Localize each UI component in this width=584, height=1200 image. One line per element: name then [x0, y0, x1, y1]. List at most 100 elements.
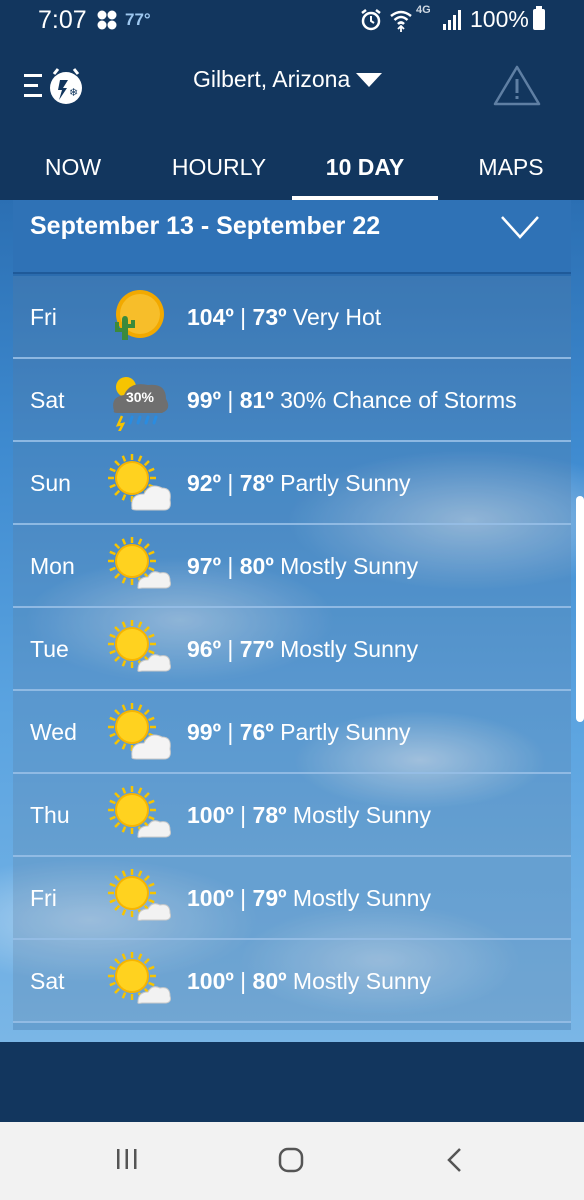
date-range-title: September 13 - September 22	[30, 212, 381, 240]
day-name: Sat	[30, 968, 65, 994]
signal-icon	[443, 10, 461, 30]
system-nav-bar	[0, 1122, 584, 1200]
forecast-day-row[interactable]: Wed 99º | 76º Partly Sunny	[13, 691, 571, 774]
dropdown-caret-icon	[356, 72, 383, 87]
temperature-summary: 99º | 76º Partly Sunny	[187, 691, 411, 774]
low-temp: 80º	[252, 968, 287, 994]
forecast-day-row[interactable]: Sat 30% 99º | 81º 30% Chance of Storms	[13, 359, 571, 442]
location-selector[interactable]: Gilbert, Arizona	[193, 66, 383, 93]
forecast-day-row[interactable]: Thu 100º | 78º Mostly Sunny	[13, 774, 571, 857]
condition-text: Partly Sunny	[280, 470, 411, 496]
high-temp: 100º	[187, 968, 234, 994]
partly-sunny-icon	[108, 454, 171, 511]
condition-text: Partly Sunny	[280, 719, 411, 745]
storm-cloud-icon: 30%	[113, 377, 169, 431]
temperature-summary: 100º | 79º Mostly Sunny	[187, 857, 431, 940]
forecast-day-row[interactable]: Fri 104º | 73º Very Hot	[13, 276, 571, 359]
condition-text: Mostly Sunny	[292, 885, 431, 911]
back-icon[interactable]	[444, 1146, 466, 1174]
day-name: Wed	[30, 719, 77, 745]
app-notification-icon	[97, 10, 117, 30]
condition-text: Mostly Sunny	[280, 553, 419, 579]
alert-warning-icon[interactable]	[493, 64, 541, 106]
temperature-summary: 97º | 80º Mostly Sunny	[187, 525, 418, 608]
day-name: Sun	[30, 470, 71, 496]
forecast-day-row[interactable]: Mon 97º | 80º Mostly Sunny	[13, 525, 571, 608]
tab-maps[interactable]: MAPS	[438, 138, 584, 200]
condition-text: Mostly Sunny	[292, 968, 431, 994]
forecast-panel: September 13 - September 22 Fri 104º | 73…	[13, 200, 571, 1030]
high-temp: 99º	[187, 387, 221, 413]
temp-separator: |	[233, 968, 253, 994]
condition-text: Very Hot	[292, 304, 382, 330]
forecast-day-row[interactable]: Sat 100º | 80º Mostly Sunny	[13, 940, 571, 1023]
tab-now[interactable]: NOW	[0, 138, 146, 200]
forecast-day-row[interactable]: Tue 96º | 77º Mostly Sunny	[13, 608, 571, 691]
day-name: Fri	[30, 885, 57, 911]
wifi-icon	[390, 10, 412, 32]
tab-10-day[interactable]: 10 DAY	[292, 138, 438, 200]
status-bar: 7:07 77° 4G 100%	[0, 0, 584, 40]
app-header: ❄ Gilbert, Arizona NOW HOURLY 10 DAY MAP…	[0, 40, 584, 200]
low-temp: 79º	[252, 885, 287, 911]
alarm-icon	[361, 9, 381, 31]
condition-text: Mostly Sunny	[280, 636, 419, 662]
low-temp: 80º	[239, 553, 274, 579]
temp-separator: |	[220, 636, 240, 662]
partly-sunny-icon	[108, 703, 171, 760]
temp-separator: |	[220, 387, 240, 413]
temp-separator: |	[233, 304, 253, 330]
location-name: Gilbert, Arizona	[193, 66, 351, 92]
recent-apps-icon[interactable]	[114, 1146, 140, 1172]
date-range-header[interactable]: September 13 - September 22	[13, 200, 571, 274]
mostly-sunny-icon	[108, 620, 171, 672]
chevron-down-icon[interactable]	[500, 214, 540, 240]
high-temp: 92º	[187, 470, 221, 496]
day-name: Tue	[30, 636, 69, 662]
low-temp: 73º	[252, 304, 287, 330]
high-temp: 97º	[187, 553, 221, 579]
day-name: Mon	[30, 553, 75, 579]
menu-logo-icon[interactable]: ❄	[24, 66, 86, 106]
condition-text: 30% Chance of Storms	[280, 387, 517, 413]
temp-separator: |	[220, 719, 240, 745]
tab-bar: NOW HOURLY 10 DAY MAPS	[0, 138, 584, 200]
temperature-summary: 104º | 73º Very Hot	[187, 276, 381, 359]
forecast-day-row[interactable]: Sun 92º | 78º Partly Sunny	[13, 442, 571, 525]
day-name: Sat	[30, 387, 65, 413]
day-name: Fri	[30, 304, 57, 330]
temperature-summary: 100º | 78º Mostly Sunny	[187, 774, 431, 857]
svg-text:30%: 30%	[126, 389, 155, 405]
sky-background: September 13 - September 22 Fri 104º | 73…	[0, 200, 584, 1042]
temperature-summary: 96º | 77º Mostly Sunny	[187, 608, 418, 691]
low-temp: 77º	[239, 636, 274, 662]
high-temp: 100º	[187, 885, 234, 911]
tab-hourly[interactable]: HOURLY	[146, 138, 292, 200]
low-temp: 78º	[239, 470, 274, 496]
forecast-day-row[interactable]: Fri 100º | 79º Mostly Sunny	[13, 857, 571, 940]
low-temp: 81º	[239, 387, 274, 413]
scrollbar-thumb[interactable]	[576, 496, 584, 722]
temp-separator: |	[233, 885, 253, 911]
low-temp: 76º	[239, 719, 274, 745]
home-icon[interactable]	[277, 1146, 305, 1174]
mostly-sunny-icon	[108, 869, 171, 921]
high-temp: 96º	[187, 636, 221, 662]
mostly-sunny-icon	[108, 537, 171, 589]
battery-percent: 100%	[470, 6, 529, 32]
mostly-sunny-icon	[108, 952, 171, 1004]
mostly-sunny-icon	[108, 786, 171, 838]
battery-icon	[533, 6, 545, 30]
hot-sun-cactus-icon	[115, 290, 164, 340]
status-time: 7:07	[38, 6, 87, 34]
temp-separator: |	[233, 802, 253, 828]
svg-text:❄: ❄	[69, 86, 78, 99]
low-temp: 78º	[252, 802, 287, 828]
day-name: Thu	[30, 802, 70, 828]
network-type: 4G	[416, 4, 431, 16]
temp-separator: |	[220, 470, 240, 496]
high-temp: 104º	[187, 304, 234, 330]
high-temp: 100º	[187, 802, 234, 828]
temperature-summary: 99º | 81º 30% Chance of Storms	[187, 359, 517, 442]
temperature-summary: 100º | 80º Mostly Sunny	[187, 940, 431, 1023]
